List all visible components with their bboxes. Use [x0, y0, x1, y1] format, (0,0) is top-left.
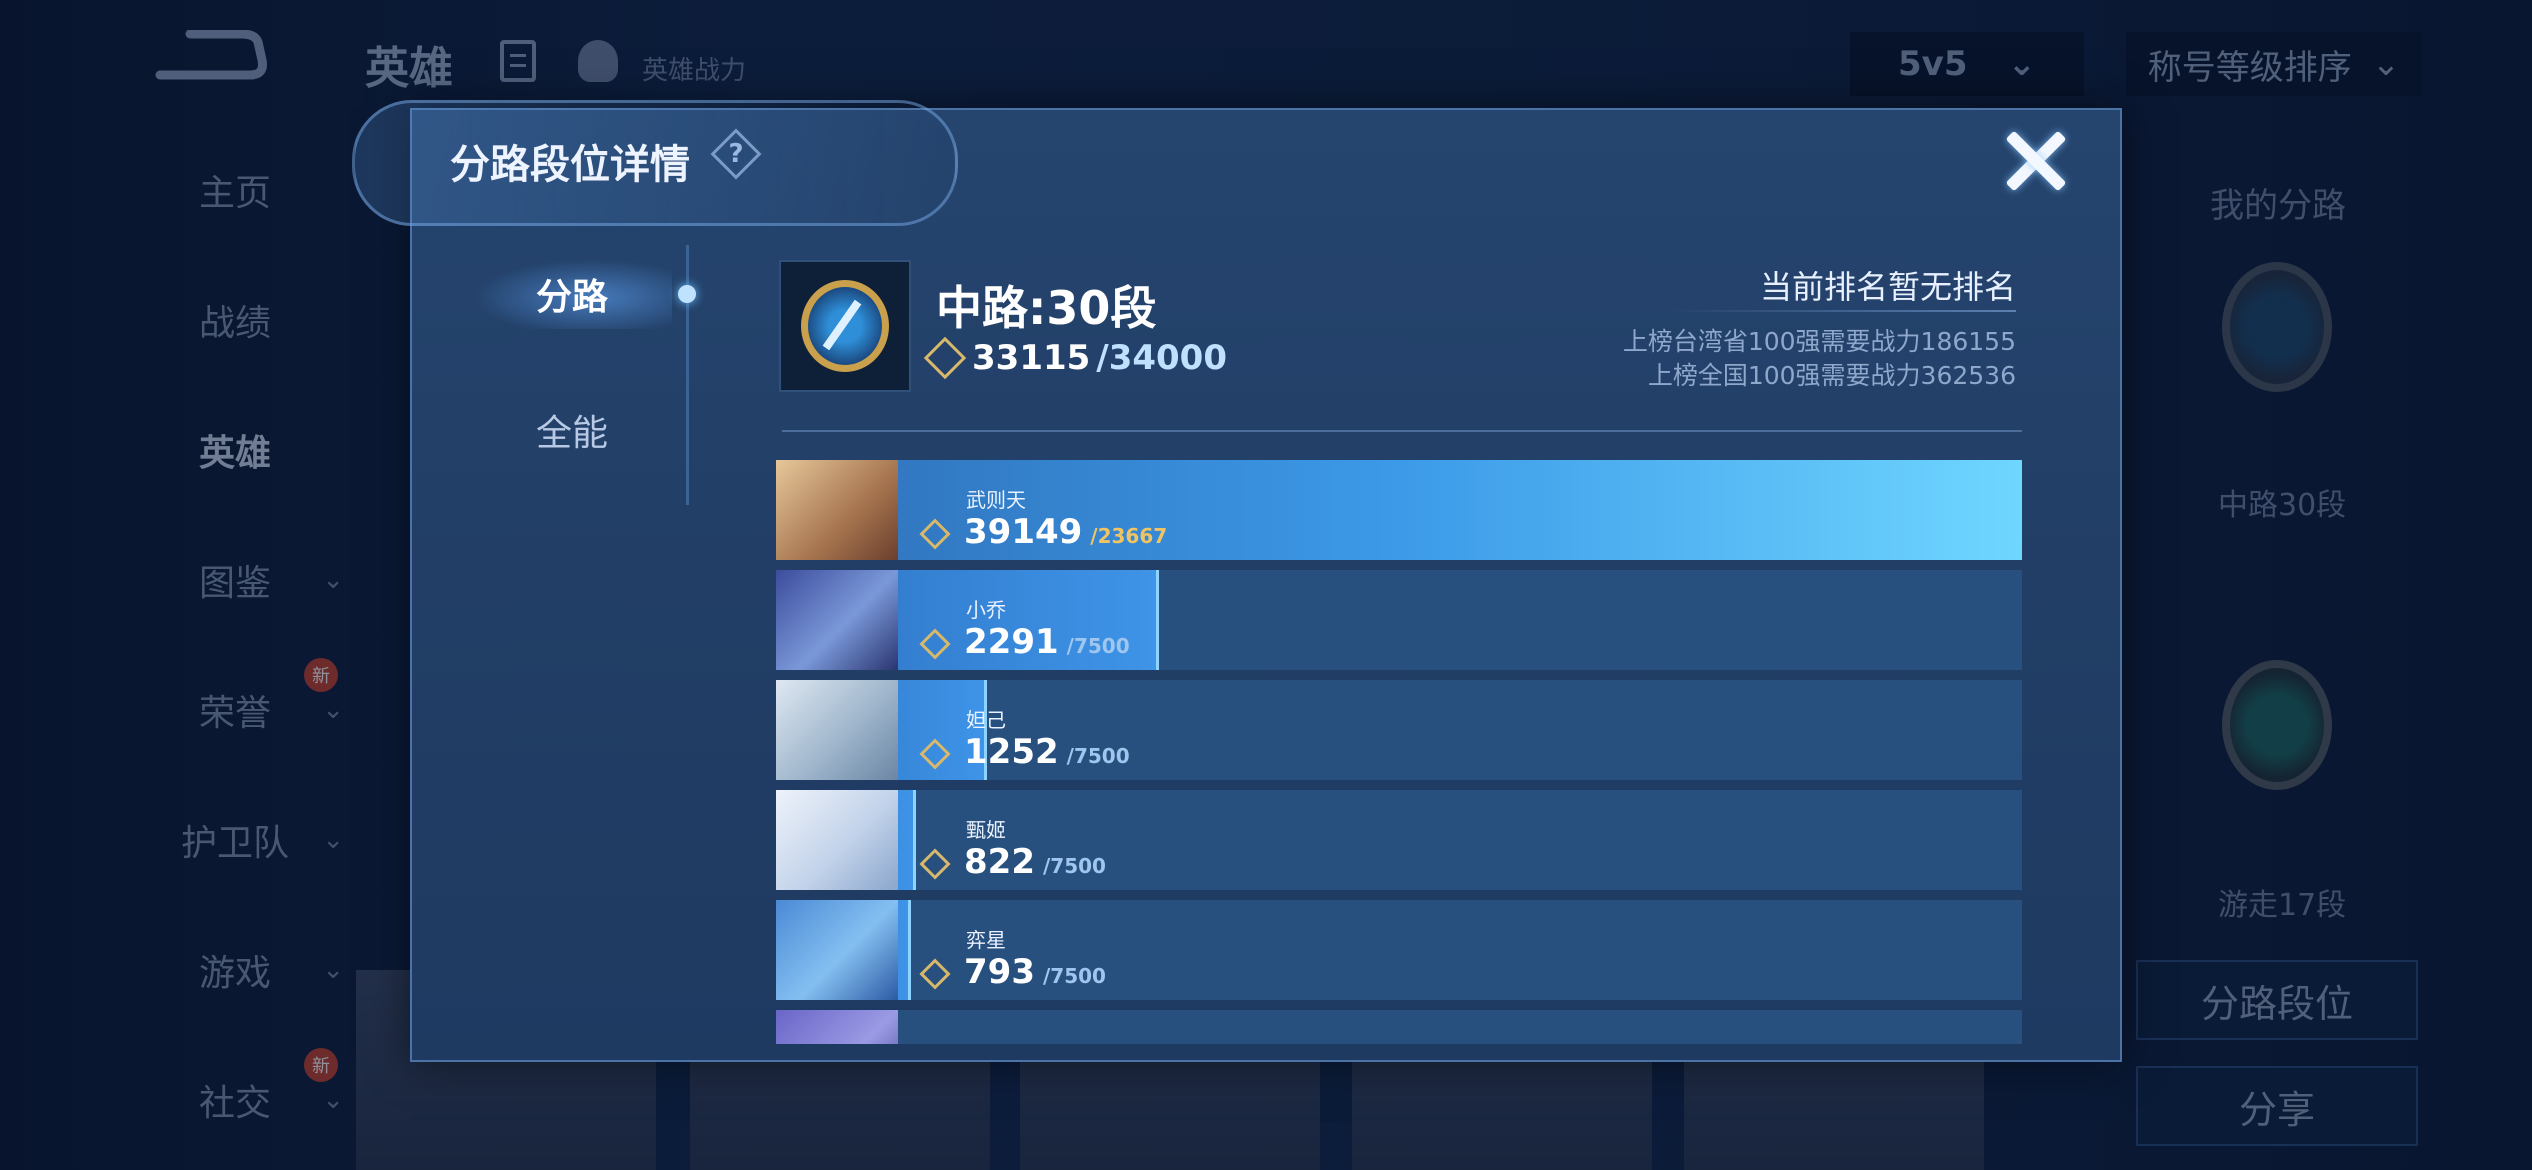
section-divider: [782, 430, 2022, 432]
hero-name: 甄姬: [966, 818, 1006, 842]
power-icon: [919, 958, 951, 990]
rank-status: 当前排名暂无排名: [1759, 268, 2016, 306]
hero-row[interactable]: 妲己 1252/7500: [776, 680, 2022, 780]
hero-row[interactable]: 小乔 2291/7500: [776, 570, 2022, 670]
help-glyph: ?: [728, 139, 744, 169]
power-icon: [919, 738, 951, 770]
hero-score-value: 793: [964, 952, 1035, 992]
hero-name: 武则天: [966, 488, 1026, 512]
hero-score-value: 822: [964, 842, 1035, 882]
hero-portrait: [776, 900, 898, 1000]
hero-list[interactable]: 武则天 39149/23667 小乔 2291/7500 妲己 1252/7500 甄姬 82…: [776, 460, 2022, 1044]
lane-power: 33115/34000: [923, 336, 1228, 380]
tab-all-round[interactable]: 全能: [472, 395, 672, 465]
modal-title: 分路段位详情: [450, 142, 690, 188]
hero-score-max: /7500: [1066, 744, 1130, 768]
hero-portrait: [776, 460, 898, 560]
hero-score: 1252/7500: [919, 732, 1130, 772]
tab-bar: 分路 全能: [412, 245, 702, 605]
active-tab-dot-icon: [678, 285, 696, 303]
tab-lane[interactable]: 分路: [472, 259, 672, 329]
hero-row[interactable]: [776, 1010, 2022, 1044]
hero-portrait: [776, 790, 898, 890]
hero-portrait: [776, 680, 898, 780]
hero-name: 弈星: [966, 928, 1006, 952]
power-icon: [919, 848, 951, 880]
tab-divider: [686, 245, 689, 505]
power-icon: [919, 628, 951, 660]
rank-divider: [1666, 310, 2016, 312]
hero-score-max: /7500: [1042, 854, 1106, 878]
hero-score-max: /7500: [1042, 964, 1106, 988]
mid-lane-emblem-icon: [801, 280, 889, 372]
hero-score-value: 2291: [964, 622, 1059, 662]
hero-name: 小乔: [966, 598, 1006, 622]
national-rank-line: 上榜全国100强需要战力362536: [1647, 361, 2016, 390]
close-icon[interactable]: [2000, 126, 2070, 196]
hero-score: 39149/23667: [919, 512, 1168, 552]
hero-score-value: 1252: [964, 732, 1059, 772]
hero-score-max: /7500: [1066, 634, 1130, 658]
hero-score-value: 39149: [964, 512, 1083, 552]
lane-rank-modal: 分路段位详情 ? 分路 全能 中路:30段 33115/34000 当前排名暂无…: [352, 100, 2122, 1062]
power-icon: [919, 518, 951, 550]
power-icon: [923, 336, 967, 380]
hero-score: 2291/7500: [919, 622, 1130, 662]
hero-score: 822/7500: [919, 842, 1106, 882]
lane-power-value: 33115: [972, 338, 1091, 378]
province-rank-line: 上榜台湾省100强需要战力186155: [1622, 327, 2016, 356]
hero-row[interactable]: 武则天 39149/23667: [776, 460, 2022, 560]
hero-portrait: [776, 1010, 898, 1044]
lane-power-max: /34000: [1096, 338, 1228, 378]
hero-name: 妲己: [966, 708, 1006, 732]
hero-score-max: /23667: [1090, 524, 1168, 548]
hero-row[interactable]: 弈星 793/7500: [776, 900, 2022, 1000]
lane-title: 中路:30段: [936, 281, 1157, 335]
lane-emblem-box: [779, 260, 911, 392]
hero-row[interactable]: 甄姬 822/7500: [776, 790, 2022, 890]
hero-portrait: [776, 570, 898, 670]
hero-score: 793/7500: [919, 952, 1106, 992]
